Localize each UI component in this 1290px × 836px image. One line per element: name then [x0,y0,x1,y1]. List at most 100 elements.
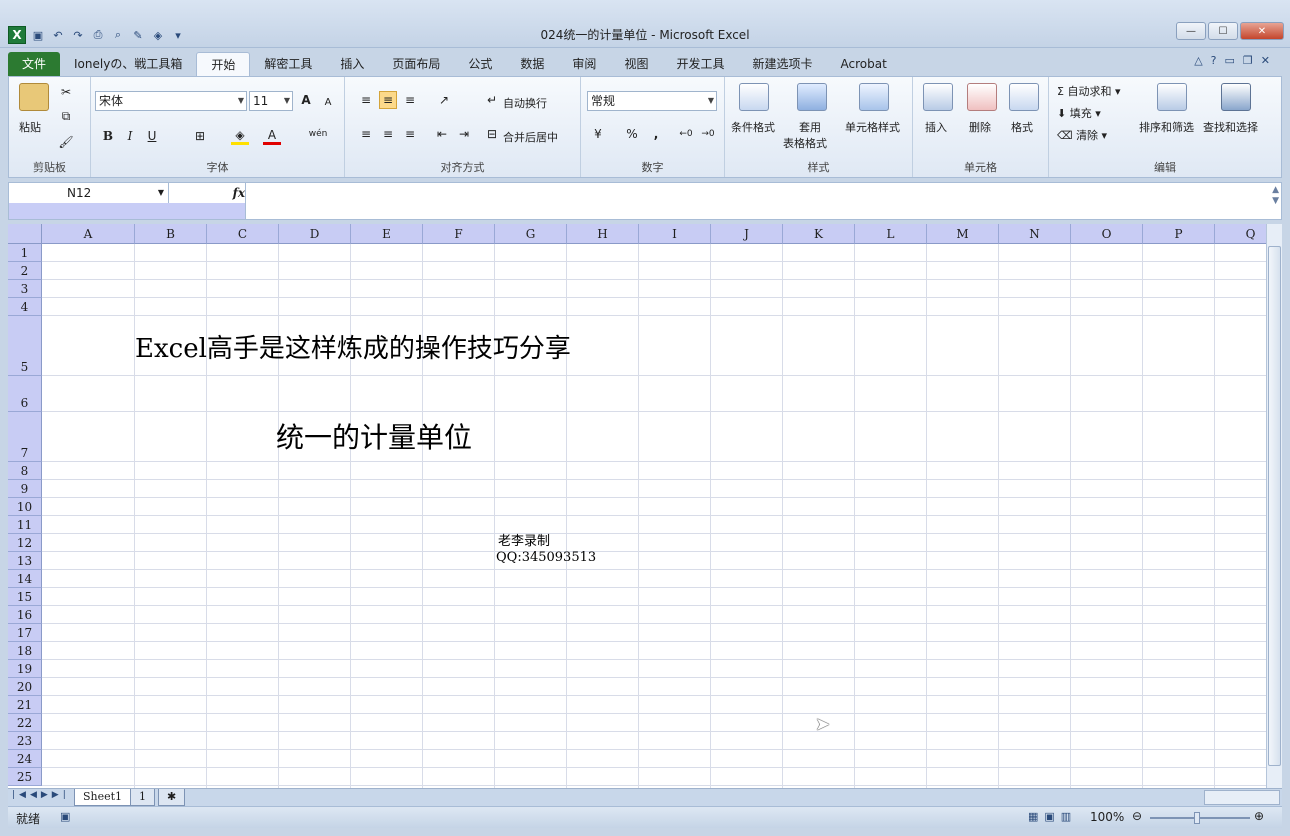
vertical-scrollbar[interactable] [1266,224,1282,788]
fill-color-icon[interactable]: ◈ [231,127,249,145]
delete-cells-icon[interactable] [967,83,997,111]
row-header-18[interactable]: 18 [8,642,42,660]
tab-data[interactable]: 数据 [506,52,558,76]
column-header-h[interactable]: H [567,224,639,244]
decrease-decimal-icon[interactable]: →0 [699,125,717,143]
row-header-10[interactable]: 10 [8,498,42,516]
cut-icon[interactable]: ✂ [57,83,75,101]
new-sheet-icon[interactable]: ✱ [158,789,186,806]
shrink-font-button[interactable]: A [319,93,337,111]
column-header-a[interactable]: A [42,224,135,244]
row-header-24[interactable]: 24 [8,750,42,768]
comma-button[interactable]: , [647,125,665,143]
font-color-button[interactable]: A [263,127,281,145]
bold-button[interactable]: B [99,127,117,145]
column-header-b[interactable]: B [135,224,207,244]
table-format-button-1[interactable]: 套用 [799,119,821,135]
column-header-q[interactable]: Q [1215,224,1266,244]
increase-decimal-icon[interactable]: ←0 [677,125,695,143]
select-all-button[interactable] [8,224,42,244]
column-header-e[interactable]: E [351,224,423,244]
decrease-indent-icon[interactable]: ⇤ [433,125,451,143]
cell-styles-button[interactable]: 单元格样式 [845,119,900,135]
close-button[interactable]: ✕ [1240,22,1284,40]
align-right-icon[interactable]: ≡ [401,125,419,143]
format-painter-icon[interactable]: 🖌 [57,133,75,151]
doc-restore-icon[interactable]: ❐ [1243,54,1253,67]
view-mode-icons[interactable]: ▦▣▥ [1028,810,1077,823]
conditional-format-button[interactable]: 条件格式 [731,119,775,135]
row-header-7[interactable]: 7 [8,412,42,462]
underline-button[interactable]: U [143,127,161,145]
sheet-tab-1[interactable]: 1 [130,789,155,806]
tab-insert[interactable]: 插入 [326,52,378,76]
cell-g12[interactable]: 老李录制 [498,530,550,549]
align-top-icon[interactable]: ≡ [357,91,375,109]
percent-button[interactable]: % [623,125,641,143]
column-header-i[interactable]: I [639,224,711,244]
tab-view[interactable]: 视图 [610,52,662,76]
fill-button[interactable]: ⬇ 填充 ▾ [1057,105,1101,121]
help-icon[interactable]: ? [1211,54,1217,67]
row-header-2[interactable]: 2 [8,262,42,280]
sort-filter-icon[interactable] [1157,83,1187,111]
row-header-14[interactable]: 14 [8,570,42,588]
align-left-icon[interactable]: ≡ [357,125,375,143]
column-header-c[interactable]: C [207,224,279,244]
paste-button[interactable]: 粘贴 [19,119,41,135]
column-header-l[interactable]: L [855,224,927,244]
sheet-nav-icon[interactable]: |◀◀▶▶| [12,790,70,800]
italic-button[interactable]: I [121,127,139,145]
formula-input[interactable] [249,185,1261,217]
row-header-12[interactable]: 12 [8,534,42,552]
autosum-button[interactable]: Σ 自动求和 ▾ [1057,83,1120,99]
row-header-20[interactable]: 20 [8,678,42,696]
sheet-tab-sheet1[interactable]: Sheet1 [74,789,132,806]
maximize-button[interactable]: ☐ [1208,22,1238,40]
column-header-m[interactable]: M [927,224,999,244]
row-header-4[interactable]: 4 [8,298,42,316]
phonetic-button[interactable]: wén [309,125,328,143]
tab-new[interactable]: 新建选项卡 [738,52,826,76]
insert-cells-button[interactable]: 插入 [925,119,947,135]
row-header-11[interactable]: 11 [8,516,42,534]
row-header-13[interactable]: 13 [8,552,42,570]
worksheet-grid[interactable]: ABCDEFGHIJKLMNOPQ 1 2 3 4 5 6 7 8 9 10 11 12 13 14 15 1… [8,224,1266,788]
insert-function-button[interactable]: fx [179,183,251,203]
cell-d7[interactable]: 统一的计量单位 [276,416,472,456]
column-header-k[interactable]: K [783,224,855,244]
column-header-o[interactable]: O [1071,224,1143,244]
zoom-slider[interactable] [1150,817,1250,819]
wrap-text-icon[interactable]: ↵ [483,91,501,109]
row-header-23[interactable]: 23 [8,732,42,750]
scroll-thumb[interactable] [1268,246,1281,766]
horizontal-scrollbar[interactable] [1204,790,1280,805]
font-name-select[interactable]: 宋体 ▼ [95,91,247,111]
name-box[interactable]: N12 ▼ [9,183,169,203]
zoom-out-icon[interactable]: ⊖ [1132,809,1142,823]
zoom-level[interactable]: 100% [1090,810,1124,824]
format-cells-button[interactable]: 格式 [1011,119,1033,135]
collapse-ribbon-icon[interactable]: △ [1194,54,1202,67]
column-header-p[interactable]: P [1143,224,1215,244]
tab-review[interactable]: 审阅 [558,52,610,76]
merge-icon[interactable]: ⊟ [483,125,501,143]
tab-file[interactable]: 文件 [8,52,61,76]
cell-styles-icon[interactable] [859,83,889,111]
format-cells-icon[interactable] [1009,83,1039,111]
cell-b5[interactable]: Excel高手是这样炼成的操作技巧分享 [135,328,571,365]
tab-developer[interactable]: 开发工具 [662,52,738,76]
insert-cells-icon[interactable] [923,83,953,111]
binoculars-icon[interactable] [1221,83,1251,111]
row-header-5[interactable]: 5 [8,316,42,376]
row-header-25[interactable]: 25 [8,768,42,786]
row-header-15[interactable]: 15 [8,588,42,606]
clear-button[interactable]: ⌫ 清除 ▾ [1057,127,1107,143]
font-size-select[interactable]: 11 ▼ [249,91,293,111]
number-format-select[interactable]: 常规 ▼ [587,91,717,111]
delete-cells-button[interactable]: 删除 [969,119,991,135]
sort-filter-button[interactable]: 排序和筛选 [1139,119,1194,135]
row-header-6[interactable]: 6 [8,376,42,412]
row-header-8[interactable]: 8 [8,462,42,480]
row-header-1[interactable]: 1 [8,244,42,262]
